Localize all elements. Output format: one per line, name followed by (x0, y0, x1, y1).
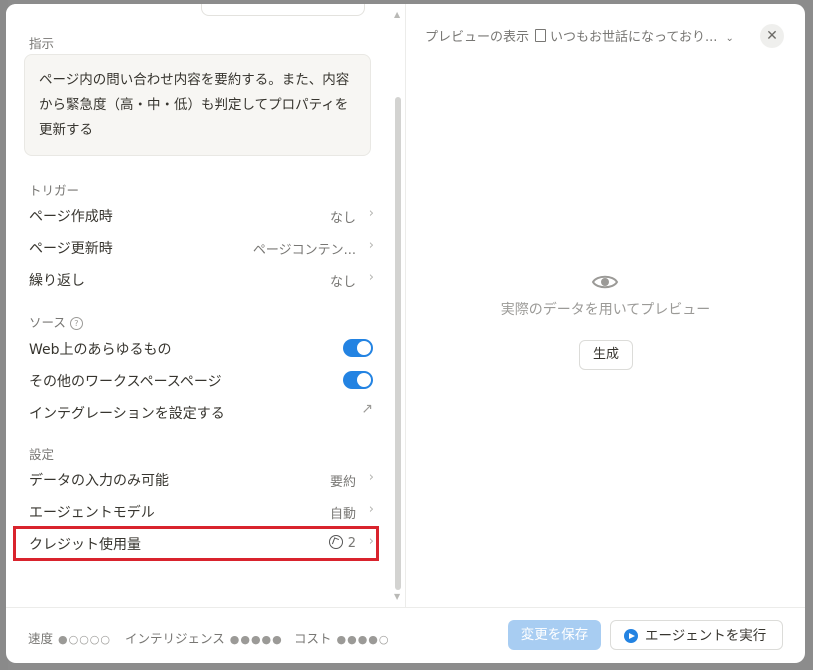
speed-label: 速度 (28, 631, 54, 646)
intelligence-dots: ●●●●● (229, 633, 283, 646)
source-workspace-pages: その他のワークスペースページ (18, 365, 374, 395)
close-icon: ✕ (766, 28, 778, 44)
settings-pane: 指示 ページ内の問い合わせ内容を要約する。また、内容から緊急度（高・中・低）も判… (6, 4, 401, 607)
scroll-down-arrow[interactable]: ▼ (394, 592, 400, 601)
trigger-value: なし (329, 275, 356, 290)
top-partial-input[interactable] (201, 4, 365, 16)
external-link-icon: ↗ (361, 401, 373, 417)
trigger-label: ページ作成時 (29, 209, 113, 225)
trigger-page-updated[interactable]: ページ更新時 ページコンテン... › (18, 232, 374, 262)
eye-icon (591, 275, 619, 289)
triggers-label: トリガー (29, 183, 80, 198)
integration-label: インテグレーションを設定する (29, 406, 225, 422)
settings-label: 設定 (29, 447, 55, 462)
setting-label: データの入力のみ可能 (29, 473, 169, 489)
setting-value: 自動 (329, 507, 356, 522)
trigger-label: ページ更新時 (29, 241, 113, 257)
speed-dots: ●○○○○ (58, 633, 112, 646)
chevron-down-icon: ⌄ (725, 33, 734, 44)
configure-integration[interactable]: インテグレーションを設定する ↗ (18, 397, 374, 427)
source-web: Web上のあらゆるもの (18, 333, 374, 363)
setting-label: エージェントモデル (29, 505, 155, 521)
instructions-label: 指示 (29, 36, 55, 51)
source-workspace-toggle[interactable] (343, 371, 373, 389)
scroll-up-arrow[interactable]: ▲ (394, 10, 400, 19)
instructions-text: ページ内の問い合わせ内容を要約する。また、内容から緊急度（高・中・低）も判定して… (39, 72, 350, 138)
preview-header[interactable]: プレビューの表示 いつもお世話になっており... ⌄ (425, 26, 734, 45)
instructions-field[interactable]: ページ内の問い合わせ内容を要約する。また、内容から緊急度（高・中・低）も判定して… (24, 54, 371, 156)
trigger-value: ページコンテン... (252, 243, 356, 258)
chevron-right-icon: › (368, 502, 374, 517)
agent-settings-dialog: 指示 ページ内の問い合わせ内容を要約する。また、内容から緊急度（高・中・低）も判… (6, 4, 805, 663)
cost-dots: ●●●●○ (336, 633, 390, 646)
source-label: その他のワークスペースページ (29, 374, 222, 390)
chevron-right-icon: › (368, 206, 374, 221)
run-agent-label: エージェントを実行 (645, 628, 767, 644)
close-button[interactable]: ✕ (760, 24, 784, 48)
save-changes-button[interactable]: 変更を保存 (508, 620, 601, 650)
help-icon[interactable]: ? (69, 317, 83, 330)
preview-page-title: いつもお世話になっており... (550, 30, 718, 45)
toggle-knob (357, 341, 371, 355)
chevron-right-icon: › (368, 238, 374, 253)
source-web-toggle[interactable] (343, 339, 373, 357)
source-label: Web上のあらゆるもの (29, 342, 172, 358)
chevron-right-icon: › (368, 470, 374, 485)
page-icon (535, 29, 547, 42)
toggle-knob (357, 373, 371, 387)
play-icon (624, 629, 638, 643)
footer-divider (6, 607, 805, 608)
setting-data-access[interactable]: データの入力のみ可能 要約 › (18, 464, 374, 494)
run-agent-button[interactable]: エージェントを実行 (610, 620, 783, 650)
credit-usage-highlight (13, 526, 379, 561)
preview-empty-text: 実際のデータを用いてプレビュー (500, 302, 711, 318)
setting-agent-model[interactable]: エージェントモデル 自動 › (18, 496, 374, 526)
intelligence-indicator: インテリジェンス ●●●●● (125, 628, 283, 647)
sources-label: ソース? (29, 312, 83, 331)
trigger-label: 繰り返し (29, 273, 85, 289)
cost-label: コスト (294, 631, 332, 646)
sources-label-text: ソース (29, 315, 66, 330)
setting-value: 要約 (329, 475, 356, 490)
scrollbar-thumb[interactable] (395, 97, 401, 590)
trigger-recurring[interactable]: 繰り返し なし › (18, 264, 374, 294)
preview-header-label: プレビューの表示 (425, 30, 530, 45)
generate-button[interactable]: 生成 (579, 340, 633, 370)
speed-indicator: 速度 ●○○○○ (28, 628, 111, 647)
trigger-page-created[interactable]: ページ作成時 なし › (18, 200, 374, 230)
cost-indicator: コスト ●●●●○ (294, 628, 390, 647)
chevron-right-icon: › (368, 270, 374, 285)
trigger-value: なし (329, 211, 356, 226)
intelligence-label: インテリジェンス (125, 631, 225, 646)
